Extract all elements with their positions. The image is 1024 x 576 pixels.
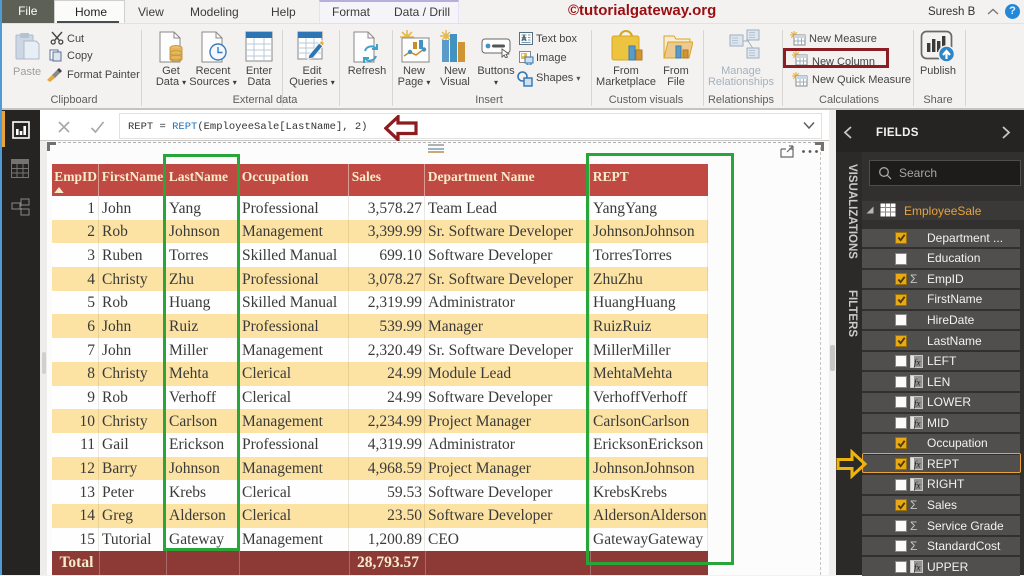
- svg-text:fx: fx: [914, 357, 921, 367]
- svg-text:fx: fx: [914, 398, 921, 408]
- svg-text:fx: fx: [914, 563, 921, 573]
- svg-text:fx: fx: [914, 480, 921, 490]
- svg-text:fx: fx: [914, 378, 921, 388]
- svg-text:fx: fx: [914, 419, 921, 429]
